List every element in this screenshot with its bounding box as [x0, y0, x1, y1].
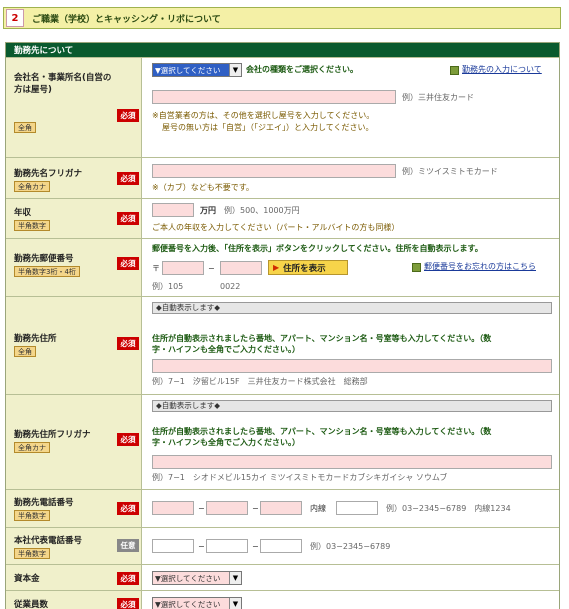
company-input-help-link[interactable]: 勤務先の入力について	[462, 64, 542, 75]
zip-label: 勤務先郵便番号	[14, 254, 74, 264]
income-note: ご本人の年収を入力してください（パート・アルバイトの方も同様）	[152, 223, 400, 232]
phone-ext-label: 内線	[310, 504, 326, 513]
income-label: 年収	[14, 208, 32, 218]
phone-ext-input[interactable]	[336, 501, 378, 515]
income-unit: 万円	[200, 206, 216, 215]
optional-badge: 任意	[117, 539, 139, 552]
company-name-input[interactable]	[152, 90, 396, 104]
address-kana-instruction-2: 字・ハイフンも全角でご入力ください。）	[152, 438, 300, 447]
forgot-zip-link[interactable]: 郵便番号をお忘れの方はこちら	[424, 261, 536, 272]
address-kana-auto-field: ◆自動表示します◆	[152, 400, 552, 412]
section-number: 2	[6, 9, 24, 27]
phone-input-1[interactable]	[152, 501, 194, 515]
required-badge: 必須	[117, 172, 139, 185]
required-badge: 必須	[117, 212, 139, 225]
phone-example: 例）03−2345−6789 内線1234	[386, 504, 511, 513]
row-capital: 資本金 必須 ▼選択してください ▼	[6, 564, 559, 590]
chevron-down-icon: ▼	[229, 572, 241, 584]
section-title: ご職業（学校）とキャッシング・リボについて	[32, 14, 221, 25]
address-kana-example: 例）7−1 シオドメビル15カイ ミツイスミトモカードカブシキガイシャ ソウムブ	[152, 473, 448, 482]
address-auto-field: ◆自動表示します◆	[152, 302, 552, 314]
income-example: 例）500、1000万円	[224, 206, 300, 215]
address-input[interactable]	[152, 359, 552, 373]
capital-select[interactable]: ▼選択してください ▼	[152, 571, 242, 585]
address-kana-input[interactable]	[152, 455, 552, 469]
zip-input-1[interactable]	[162, 261, 204, 275]
link-icon	[450, 66, 459, 75]
hq-phone-input-3[interactable]	[260, 539, 302, 553]
row-income: 年収 半角数字 必須 万円 例）500、1000万円 ご本人の年収を入力してくだ…	[6, 198, 559, 238]
zip-example-1: 例）105	[152, 282, 184, 291]
phone-input-2[interactable]	[206, 501, 248, 515]
phone-dash-1: −	[198, 504, 205, 513]
hq-phone-dash-2: −	[252, 542, 259, 551]
required-badge: 必須	[117, 502, 139, 515]
row-company: 会社名・事業所名(自営の方は屋号) 全角 必須 ▼選択してください ▼ 会社の種類…	[6, 57, 559, 157]
employment-form-table: 勤務先について 会社名・事業所名(自営の方は屋号) 全角 必須 ▼選択してくださ…	[5, 42, 560, 609]
zip-input-2[interactable]	[220, 261, 262, 275]
employees-select[interactable]: ▼選択してください ▼	[152, 597, 242, 609]
play-icon: ▶	[273, 263, 280, 272]
phone-label: 勤務先電話番号	[14, 498, 74, 508]
company-note-2: 屋号の無い方は「自営」（「ジエイ」）と入力してください。	[162, 123, 374, 132]
employees-label: 従業員数	[14, 600, 49, 609]
address-kana-tag: 全角カナ	[14, 442, 50, 453]
phone-tag: 半角数字	[14, 510, 50, 521]
zip-tag: 半角数字3桁・4桁	[14, 266, 80, 277]
address-kana-instruction-1: 住所が自動表示されましたら番地、アパート、マンション名・号室等も入力してください…	[152, 427, 492, 436]
row-address-kana: 勤務先住所フリガナ 全角カナ 必須 ◆自動表示します◆ 住所が自動表示されました…	[6, 394, 559, 489]
required-badge: 必須	[117, 257, 139, 270]
company-kana-tag: 全角カナ	[14, 181, 50, 192]
phone-dash-2: −	[252, 504, 259, 513]
address-example: 例）7−1 汐留ビル15F 三井住友カード株式会社 総務部	[152, 377, 368, 386]
company-type-hint: 会社の種類をご選択ください。	[246, 65, 358, 74]
address-instruction-1: 住所が自動表示されましたら番地、アパート、マンション名・号室等も入力してください…	[152, 334, 492, 343]
required-badge: 必須	[117, 433, 139, 446]
row-company-kana: 勤務先名フリガナ 全角カナ 必須 例）ミツイスミトモカード ※（カブ）なども不要…	[6, 157, 559, 198]
address-kana-label: 勤務先住所フリガナ	[14, 430, 91, 440]
table-caption: 勤務先について	[6, 43, 559, 57]
company-type-select[interactable]: ▼選択してください ▼	[152, 63, 242, 77]
company-kana-note: ※（カブ）なども不要です。	[152, 183, 254, 192]
zip-instruction: 郵便番号を入力後、「住所を表示」ボタンをクリックしてください。住所を自動表示しま…	[152, 244, 483, 253]
row-hq-phone: 本社代表電話番号 半角数字 任意 − − 例）03−2345−6789	[6, 527, 559, 564]
row-address: 勤務先住所 全角 必須 ◆自動表示します◆ 住所が自動表示されましたら番地、アパ…	[6, 296, 559, 394]
row-phone: 勤務先電話番号 半角数字 必須 − − 内線 例）03−2345−6789 内線…	[6, 489, 559, 527]
section-header: 2 ご職業（学校）とキャッシング・リボについて	[3, 7, 561, 29]
income-input[interactable]	[152, 203, 194, 217]
company-note-1: ※自営業者の方は、その他を選択し屋号を入力してください。	[152, 111, 375, 120]
hq-phone-example: 例）03−2345−6789	[310, 542, 391, 551]
hq-phone-dash-1: −	[198, 542, 205, 551]
show-address-button[interactable]: ▶ 住所を表示	[268, 260, 348, 275]
link-icon	[412, 263, 421, 272]
zip-example-2: 0022	[220, 282, 241, 291]
row-zip: 勤務先郵便番号 半角数字3桁・4桁 必須 郵便番号を入力後、「住所を表示」ボタン…	[6, 238, 559, 296]
chevron-down-icon: ▼	[229, 598, 241, 609]
company-kana-label: 勤務先名フリガナ	[14, 169, 83, 179]
hq-phone-tag: 半角数字	[14, 548, 50, 559]
phone-input-3[interactable]	[260, 501, 302, 515]
chevron-down-icon: ▼	[229, 64, 241, 76]
address-instruction-2: 字・ハイフンも全角でご入力ください。）	[152, 345, 300, 354]
row-employees: 従業員数 必須 ▼選択してください ▼	[6, 590, 559, 609]
hq-phone-input-2[interactable]	[206, 539, 248, 553]
company-example: 例）三井住友カード	[402, 93, 474, 102]
capital-label: 資本金	[14, 574, 40, 584]
hq-phone-input-1[interactable]	[152, 539, 194, 553]
hq-phone-label: 本社代表電話番号	[14, 536, 83, 546]
company-kana-input[interactable]	[152, 164, 396, 178]
address-tag: 全角	[14, 346, 36, 357]
required-badge: 必須	[117, 337, 139, 350]
company-tag: 全角	[14, 122, 36, 133]
required-badge: 必須	[117, 572, 139, 585]
company-label: 会社名・事業所名(自営の方は屋号)	[14, 73, 112, 95]
company-kana-example: 例）ミツイスミトモカード	[402, 167, 498, 176]
required-badge: 必須	[117, 598, 139, 609]
postal-mark-icon: 〒	[152, 264, 160, 273]
required-badge: 必須	[117, 109, 139, 122]
address-label: 勤務先住所	[14, 334, 57, 344]
zip-dash: −	[208, 264, 215, 273]
income-tag: 半角数字	[14, 220, 50, 231]
